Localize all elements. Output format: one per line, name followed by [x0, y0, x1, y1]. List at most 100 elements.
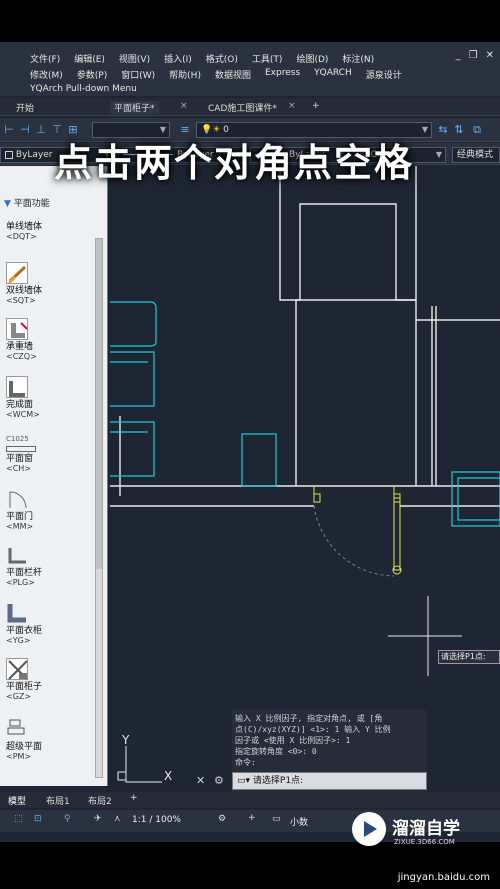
tab-close-icon[interactable]: × — [180, 101, 188, 111]
palette-label: 单线墙体 — [6, 222, 43, 232]
menu-format[interactable]: 格式(O) — [206, 52, 238, 65]
pulldown-menu-label[interactable]: YQArch Pull-down Menu — [30, 84, 137, 94]
snap-icon[interactable]: ⬚ — [14, 814, 23, 824]
scale-readout[interactable]: 1:1 / 100% — [132, 815, 181, 825]
ucs-x-label: X — [164, 769, 172, 783]
palette-code: <WCM> — [6, 410, 40, 419]
tab-close-icon-2[interactable]: × — [288, 101, 296, 111]
layout-tab-bar: 模型 布局1 布局2 + — [0, 792, 500, 808]
new-tab-plus-icon[interactable]: + — [312, 101, 320, 111]
command-prompt-icon: ▭▾ — [237, 776, 251, 786]
annotation-icon[interactable]: ⚲ — [64, 814, 71, 824]
annotation-scale-icon[interactable]: ⋏ — [114, 814, 121, 824]
dim-tool-icon[interactable]: ⊢ — [2, 123, 16, 137]
menu-view[interactable]: 视图(V) — [119, 52, 150, 65]
menu-yuanquan[interactable]: 源泉设计 — [366, 68, 402, 81]
tutorial-caption: 点击两个对角点空格 — [54, 141, 415, 185]
door-icon — [6, 488, 28, 510]
menu-insert[interactable]: 插入(I) — [164, 52, 192, 65]
tab-layout2[interactable]: 布局2 — [88, 794, 112, 807]
command-input[interactable]: ▭▾ 请选择P1点: — [232, 772, 427, 790]
furniture-lines — [110, 301, 500, 527]
palette-label: 平面柜子 — [6, 682, 43, 692]
document-tab-bar: 开始 平面柜子* × CAD施工图课件* × + — [0, 98, 500, 116]
dim-tool-icon-2[interactable]: ⊣ — [18, 123, 32, 137]
plus-icon[interactable]: + — [248, 813, 256, 823]
palette-scroll-thumb[interactable] — [96, 239, 102, 569]
palette-code: <CZQ> — [6, 352, 37, 361]
menu-dimension[interactable]: 标注(N) — [342, 52, 374, 65]
isolate-icon[interactable]: ▭ — [272, 814, 281, 824]
layer-previous-icon[interactable]: ⇆ — [436, 123, 450, 137]
menu-yqarch[interactable]: YQARCH — [314, 68, 352, 81]
menu-help[interactable]: 帮助(H) — [169, 68, 201, 81]
ucs-axis-icon — [117, 746, 162, 783]
menu-window[interactable]: 窗口(W) — [121, 68, 155, 81]
menu-draw[interactable]: 绘图(D) — [296, 52, 328, 65]
tab-layout1[interactable]: 布局1 — [46, 794, 70, 807]
tab-start[interactable]: 开始 — [16, 101, 34, 114]
command-prompt: 请选择P1点: — [252, 776, 304, 786]
palette-item-super-plan[interactable]: 超级平面 <PM> — [6, 718, 66, 762]
palette-item-bearing-wall[interactable]: 承重墙 <CZQ> — [6, 318, 66, 362]
cursor-tooltip: 请选择P1点: — [438, 650, 500, 664]
tool-palette: ▼ 平面功能 单线墙体 <DQT> 双线墙体 <SQT> 承重墙 <CZQ> 完… — [0, 166, 108, 786]
close-icon[interactable]: ✕ — [486, 50, 494, 61]
tab-model[interactable]: 模型 — [8, 794, 26, 807]
menu-modify[interactable]: 修改(M) — [30, 68, 63, 81]
ucs-y-label: Y — [121, 733, 130, 747]
palette-code: <SQT> — [6, 296, 36, 305]
palette-scrollbar[interactable] — [95, 238, 103, 778]
window-icon — [6, 446, 36, 452]
menu-tools[interactable]: 工具(T) — [252, 52, 283, 65]
brand-watermark: 溜溜自学 ZIXUE.3D66.COM — [352, 808, 472, 854]
menu-row-2: 修改(M) 参数(P) 窗口(W) 帮助(H) 数据视图 Express YQA… — [30, 68, 402, 81]
watermark-brand: 溜溜自学 — [392, 819, 460, 839]
finish-surface-icon — [6, 376, 28, 398]
palette-item-railing[interactable]: 平面栏杆 <PLG> — [6, 544, 66, 588]
palette-code: <MM> — [6, 522, 34, 531]
command-close-icon[interactable]: ✕ — [196, 774, 205, 787]
minimize-icon[interactable]: _ — [456, 50, 461, 61]
workspace-combo[interactable]: 经典模式 — [452, 147, 500, 163]
add-layout-plus-icon[interactable]: + — [130, 793, 138, 803]
palette-item-door[interactable]: 平面门 <MM> — [6, 488, 66, 532]
palette-item-double-wall[interactable]: 双线墙体 <SQT> — [6, 262, 66, 306]
command-history-line: 命令: — [235, 758, 256, 767]
palette-item-wardrobe[interactable]: 平面衣柜 <YG> — [6, 602, 66, 646]
tab-construction-course[interactable]: CAD施工图课件* — [208, 101, 277, 114]
window-icon-text: C1025 — [6, 435, 29, 443]
menu-edit[interactable]: 编辑(E) — [74, 52, 105, 65]
command-wrench-icon[interactable]: ⚙ — [214, 774, 224, 787]
layer-state-icon[interactable]: ⇅ — [452, 123, 466, 137]
settings-gear-icon[interactable]: ⚙ — [218, 814, 226, 824]
menu-file[interactable]: 文件(F) — [30, 52, 60, 65]
crosshair-cursor-icon — [388, 596, 462, 676]
double-wall-icon — [6, 262, 28, 285]
palette-header[interactable]: ▼ 平面功能 — [0, 196, 108, 210]
menu-express[interactable]: Express — [265, 68, 300, 81]
window-controls: _ ❐ ✕ — [456, 50, 494, 61]
restore-icon[interactable]: ❐ — [469, 50, 478, 61]
palette-item-window[interactable]: C1025 平面窗 <CH> — [6, 434, 66, 474]
wardrobe-icon — [6, 602, 28, 624]
drawing-canvas[interactable]: Y X — [110, 166, 500, 786]
palette-code: <CH> — [6, 464, 32, 473]
menu-row-1: 文件(F) 编辑(E) 视图(V) 插入(I) 格式(O) 工具(T) 绘图(D… — [30, 52, 374, 65]
monitor-icon[interactable]: ✈ — [94, 814, 102, 824]
menu-dataview[interactable]: 数据视图 — [215, 68, 251, 81]
layer-match-icon[interactable]: ⧉ — [470, 123, 484, 137]
units-readout[interactable]: 小数 — [290, 815, 308, 828]
palette-item-single-wall[interactable]: 单线墙体 <DQT> — [6, 222, 66, 242]
palette-header-label: 平面功能 — [13, 199, 50, 209]
menu-parameter[interactable]: 参数(P) — [77, 68, 107, 81]
grid-icon[interactable]: ⊡ — [34, 814, 42, 824]
tab-cabinet-plan[interactable]: 平面柜子* — [110, 101, 159, 114]
palette-code: <DQT> — [6, 232, 37, 241]
door-symbol — [313, 486, 402, 577]
play-logo-icon — [352, 812, 386, 846]
dim-tool-icon-3[interactable]: ⊥ — [34, 123, 48, 137]
palette-item-finish-surface[interactable]: 完成面 <WCM> — [6, 376, 66, 420]
palette-item-cabinet[interactable]: 平面柜子 <GZ> — [6, 658, 66, 702]
bearing-wall-icon — [6, 318, 28, 340]
